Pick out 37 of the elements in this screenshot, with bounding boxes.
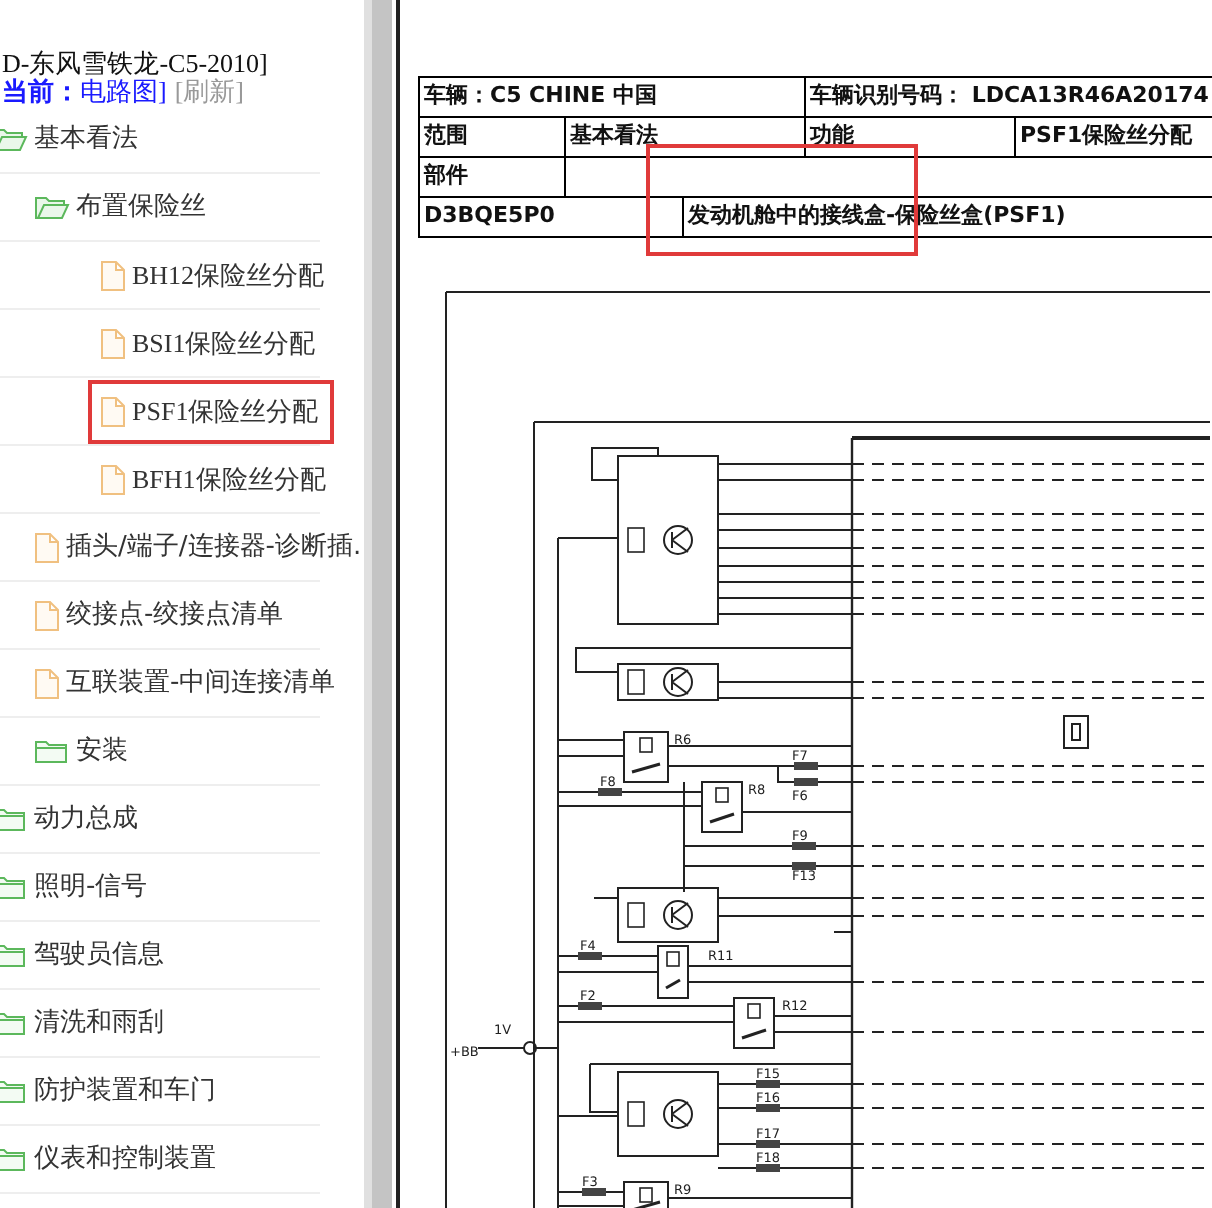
tree-item[interactable]: 安装 — [22, 719, 144, 783]
tree-item[interactable]: BSI1保险丝分配 — [88, 311, 332, 375]
tree-item[interactable]: BH12保险丝分配 — [88, 243, 341, 307]
document-icon — [34, 531, 60, 563]
table-cell-text: 车辆识别号码： LDCA13R46A20174 — [810, 80, 1209, 113]
document-icon — [34, 667, 60, 699]
table-cell-text: PSF1保险丝分配 — [1020, 120, 1193, 153]
tree-item[interactable]: 防护装置和车门 — [0, 1059, 232, 1123]
tree-item[interactable]: 互联装置-中间连接清单 — [22, 651, 352, 715]
table-cell-text: 范围 — [424, 120, 468, 153]
breadcrumb-path: D-东风雪铁龙-C5-2010] — [2, 50, 270, 78]
table-cell-text: 车辆：C5 CHINE 中国 — [424, 80, 657, 113]
document-icon — [100, 395, 126, 427]
tree-item[interactable]: 照明-信号 — [0, 855, 164, 919]
tree-item[interactable]: 布置保险丝 — [22, 175, 222, 239]
tree-item[interactable]: 动力总成 — [0, 787, 154, 851]
table-cell-text: 基本看法 — [570, 120, 658, 153]
tree-item[interactable]: 仪表和控制装置 — [0, 1127, 232, 1191]
splitter-bar[interactable] — [364, 0, 396, 1208]
tree-item[interactable]: 绞接点-绞接点清单 — [22, 583, 300, 647]
tree-item[interactable]: BFH1保险丝分配 — [88, 447, 342, 511]
folder-icon — [34, 193, 70, 221]
current-view-link[interactable]: 当前：电路图] — [2, 78, 167, 106]
table-cell-text: 部件 — [424, 160, 468, 193]
tree-item[interactable]: 基本看法 — [0, 107, 154, 171]
table-cell-text: 功能 — [810, 120, 854, 153]
tree-item[interactable]: 插头/端子/连接器-诊断插. — [22, 515, 364, 579]
folder-icon — [0, 125, 28, 153]
document-icon — [100, 327, 126, 359]
table-cell-text: D3BQE5P0 — [424, 200, 555, 233]
tree-item[interactable]: 驾驶员信息 — [0, 923, 180, 987]
document-icon — [100, 463, 126, 495]
tree-item[interactable]: 清洗和雨刮 — [0, 991, 180, 1055]
document-icon — [100, 259, 126, 291]
folder-icon — [34, 737, 70, 765]
tree-item[interactable]: PSF1保险丝分配 — [88, 379, 335, 443]
document-icon — [34, 599, 60, 631]
